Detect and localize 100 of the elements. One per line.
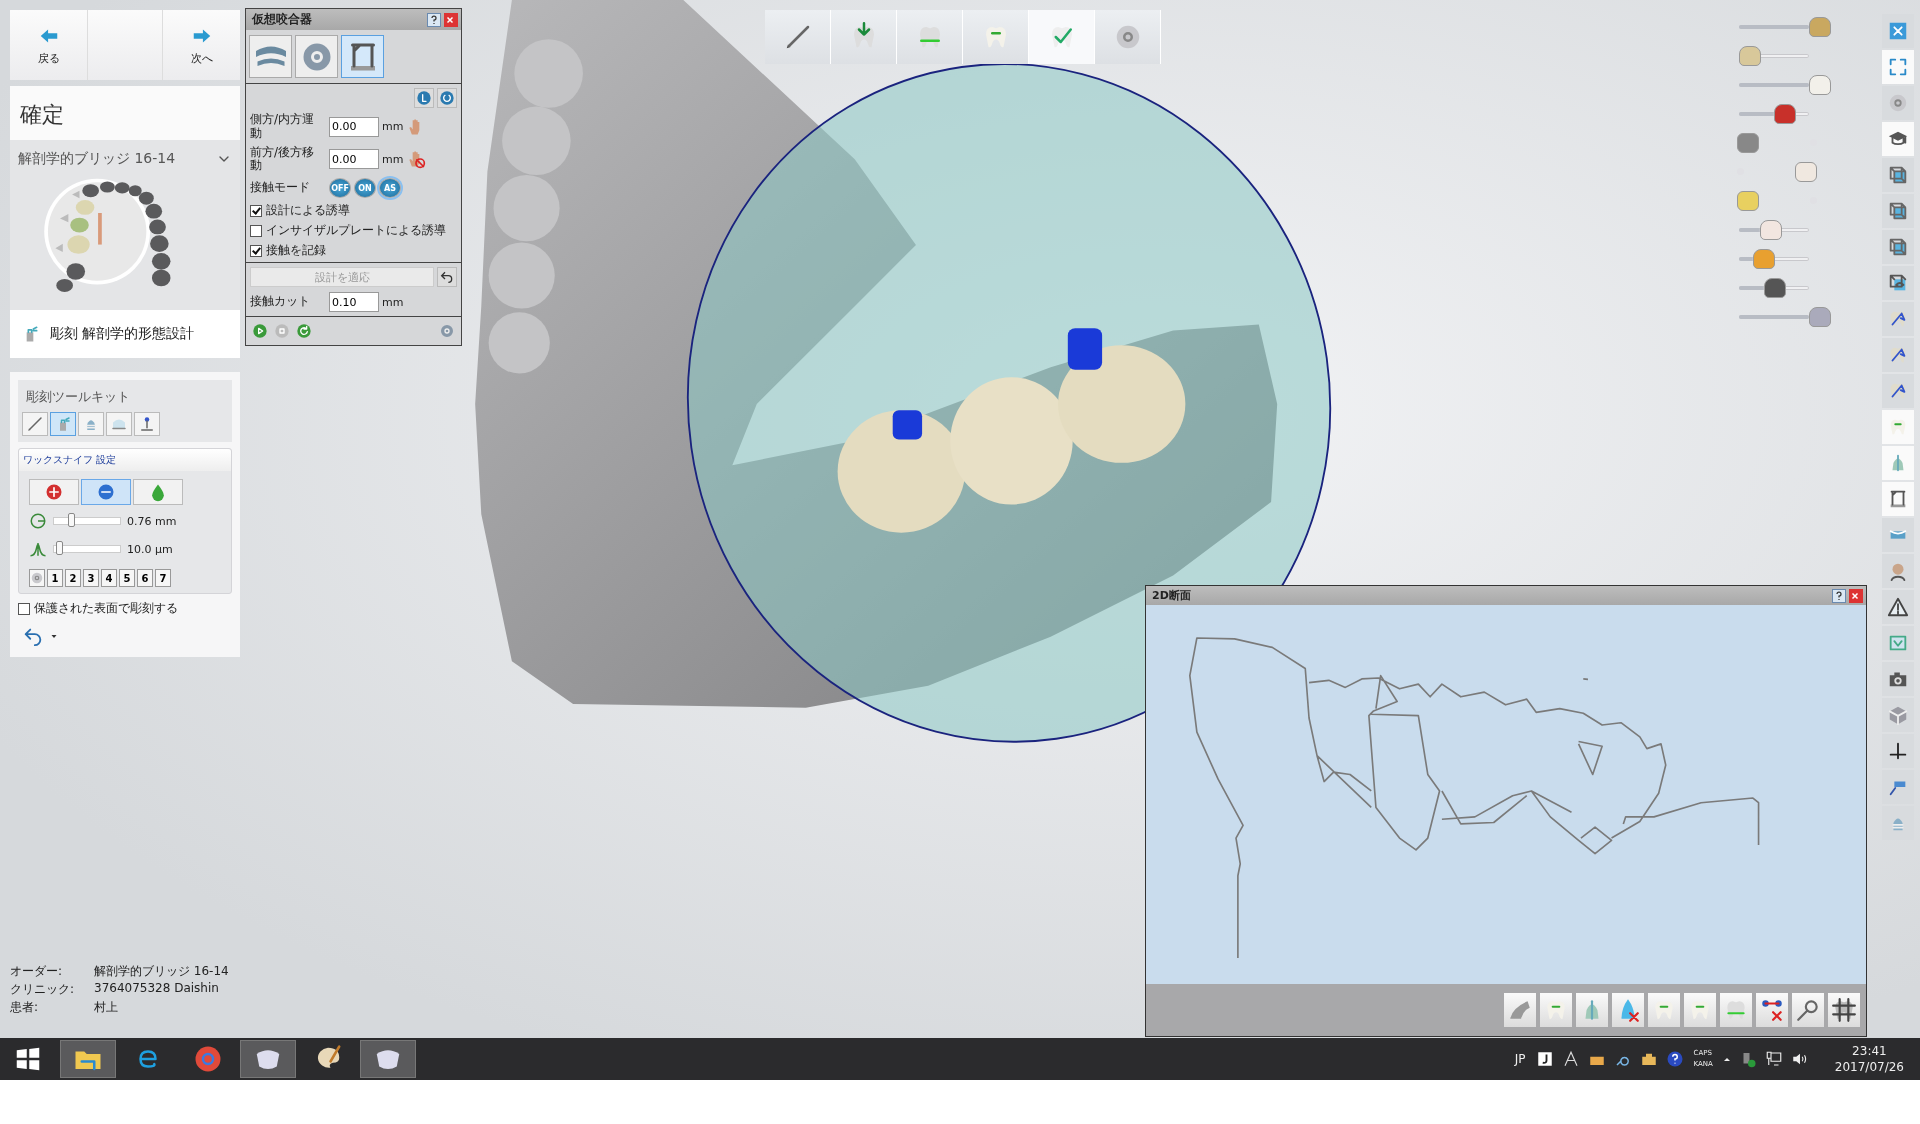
minus-icon — [96, 482, 116, 502]
info-label: オーダー: — [10, 963, 64, 980]
info-value: 3764075328 Daishin — [94, 981, 219, 997]
preset-menu-button[interactable] — [29, 569, 45, 587]
view-tool-button[interactable] — [1881, 302, 1914, 336]
slider-thumb[interactable] — [1763, 277, 1786, 298]
mode-button[interactable] — [81, 479, 131, 505]
tool-button[interactable] — [106, 412, 132, 436]
protect-checkbox[interactable]: 保護された表面で彫刻する — [18, 600, 232, 617]
help-button[interactable] — [1832, 588, 1846, 603]
joystick-icon — [138, 415, 156, 433]
value-field[interactable]: 0.10 — [329, 292, 379, 313]
slider-fill[interactable] — [54, 541, 60, 557]
slider-thumb[interactable] — [1760, 219, 1782, 240]
view-tool-button[interactable] — [1881, 158, 1914, 192]
visibility-switch[interactable] — [1737, 161, 1817, 182]
preset-button[interactable]: 3 — [83, 569, 99, 587]
view-tool-button[interactable] — [1881, 590, 1914, 624]
slider-thumb[interactable] — [1774, 103, 1796, 124]
slider-thumb[interactable] — [1809, 306, 1831, 327]
view-tool-button[interactable] — [1881, 338, 1914, 372]
unit-label: mm — [382, 152, 404, 166]
view-tool-button[interactable] — [1881, 122, 1914, 156]
visibility-slider-fill[interactable] — [1739, 227, 1760, 232]
close-button[interactable] — [1849, 588, 1863, 603]
ime-icon[interactable] — [1535, 1050, 1554, 1068]
section-tool-button[interactable] — [1756, 993, 1788, 1027]
tool-button[interactable] — [22, 412, 48, 436]
visibility-slider-fill[interactable] — [1739, 111, 1774, 116]
tool-button[interactable] — [78, 412, 104, 436]
preset-button[interactable]: 5 — [119, 569, 135, 587]
upper-teeth-drawing[interactable] — [488, 39, 583, 374]
slider-thumb[interactable] — [1739, 45, 1761, 66]
view-tool-button[interactable] — [1881, 662, 1914, 696]
toolkit-title: 彫刻ツールキット — [25, 388, 131, 406]
section-tool-button[interactable] — [1612, 993, 1644, 1027]
link-remove-icon — [1759, 997, 1785, 1023]
view-tool-button[interactable] — [1881, 734, 1914, 768]
dialog-tab[interactable] — [249, 35, 292, 78]
next-button[interactable]: 次へ — [162, 10, 240, 80]
case-dropdown[interactable]: 解剖学的ブリッジ 16-14 — [18, 144, 232, 174]
undo-button[interactable] — [437, 267, 457, 288]
slider-thumb[interactable] — [1753, 248, 1775, 269]
close-button[interactable] — [444, 12, 458, 27]
font-letter-icon[interactable] — [1561, 1050, 1580, 1068]
preset-button[interactable]: 6 — [137, 569, 153, 587]
settings-title: ワックスナイフ 設定 — [19, 449, 231, 471]
warning-icon — [1886, 596, 1909, 618]
letter-l-badge-icon — [416, 90, 432, 106]
mode-button[interactable] — [133, 479, 183, 505]
value-field[interactable]: 0.00 — [329, 149, 379, 170]
view-tool-button[interactable] — [1881, 554, 1914, 588]
language-indicator[interactable]: JP — [1510, 1052, 1530, 1066]
view-tool-button[interactable] — [1881, 266, 1914, 300]
contact-cut-label: 接触カット — [250, 295, 311, 310]
knife-icon — [26, 415, 44, 433]
help-button[interactable] — [427, 12, 441, 27]
visibility-slider-fill[interactable] — [1739, 314, 1809, 319]
time-text: 23:41 — [1852, 1043, 1887, 1059]
view-tool-button[interactable] — [1881, 194, 1914, 228]
dialog-tab[interactable] — [295, 35, 338, 78]
tool-button[interactable] — [50, 412, 76, 436]
back-button[interactable]: 戻る — [10, 10, 88, 80]
clock[interactable]: 23:41 2017/07/26 — [1814, 1043, 1910, 1075]
unit-label: mm — [382, 295, 404, 309]
preset-button[interactable]: 1 — [47, 569, 63, 587]
date-text: 2017/07/26 — [1834, 1059, 1904, 1075]
gear-icon — [439, 323, 455, 340]
preset-button[interactable]: 2 — [65, 569, 81, 587]
search-icon — [1795, 997, 1821, 1023]
section-title: 2D断面 — [1152, 588, 1191, 603]
view-tool-button[interactable] — [1881, 482, 1914, 516]
l-button[interactable] — [414, 88, 434, 108]
slider-thumb[interactable] — [1809, 16, 1831, 37]
visibility-switch[interactable] — [1737, 190, 1817, 211]
section-tool-button[interactable] — [1828, 993, 1860, 1027]
preset-button[interactable]: 7 — [155, 569, 171, 587]
tool-button[interactable] — [134, 412, 160, 436]
view-tool-button[interactable] — [1881, 230, 1914, 264]
visibility-slider-fill[interactable] — [1739, 24, 1809, 29]
undo-icon — [439, 269, 455, 286]
question-mark-icon — [1833, 589, 1845, 602]
dialog-checkbox[interactable]: インサイザルプレートによる誘導 — [250, 223, 457, 239]
dialog-checkbox[interactable]: 設計による誘導 — [250, 203, 457, 219]
help-icon[interactable] — [1665, 1050, 1684, 1068]
reset-button[interactable] — [437, 88, 457, 108]
section-tool-button[interactable] — [1792, 993, 1824, 1027]
network-icon[interactable] — [1764, 1050, 1783, 1068]
bridge-crowns-drawing[interactable] — [837, 328, 1186, 533]
mode-button[interactable] — [29, 479, 79, 505]
dialog-tab[interactable] — [341, 35, 384, 78]
slider-reading: 0.76 mm — [127, 514, 177, 528]
view-tool-button[interactable] — [1881, 374, 1914, 408]
preset-button[interactable]: 4 — [101, 569, 117, 587]
dialog-checkbox[interactable]: 接触を記録 — [250, 243, 457, 259]
visibility-slider-fill[interactable] — [1739, 285, 1764, 290]
visibility-slider-fill[interactable] — [1739, 82, 1809, 87]
slider-thumb[interactable] — [1809, 74, 1831, 95]
value-field[interactable]: 0.00 — [329, 116, 379, 137]
visibility-slider-fill[interactable] — [1739, 256, 1753, 261]
